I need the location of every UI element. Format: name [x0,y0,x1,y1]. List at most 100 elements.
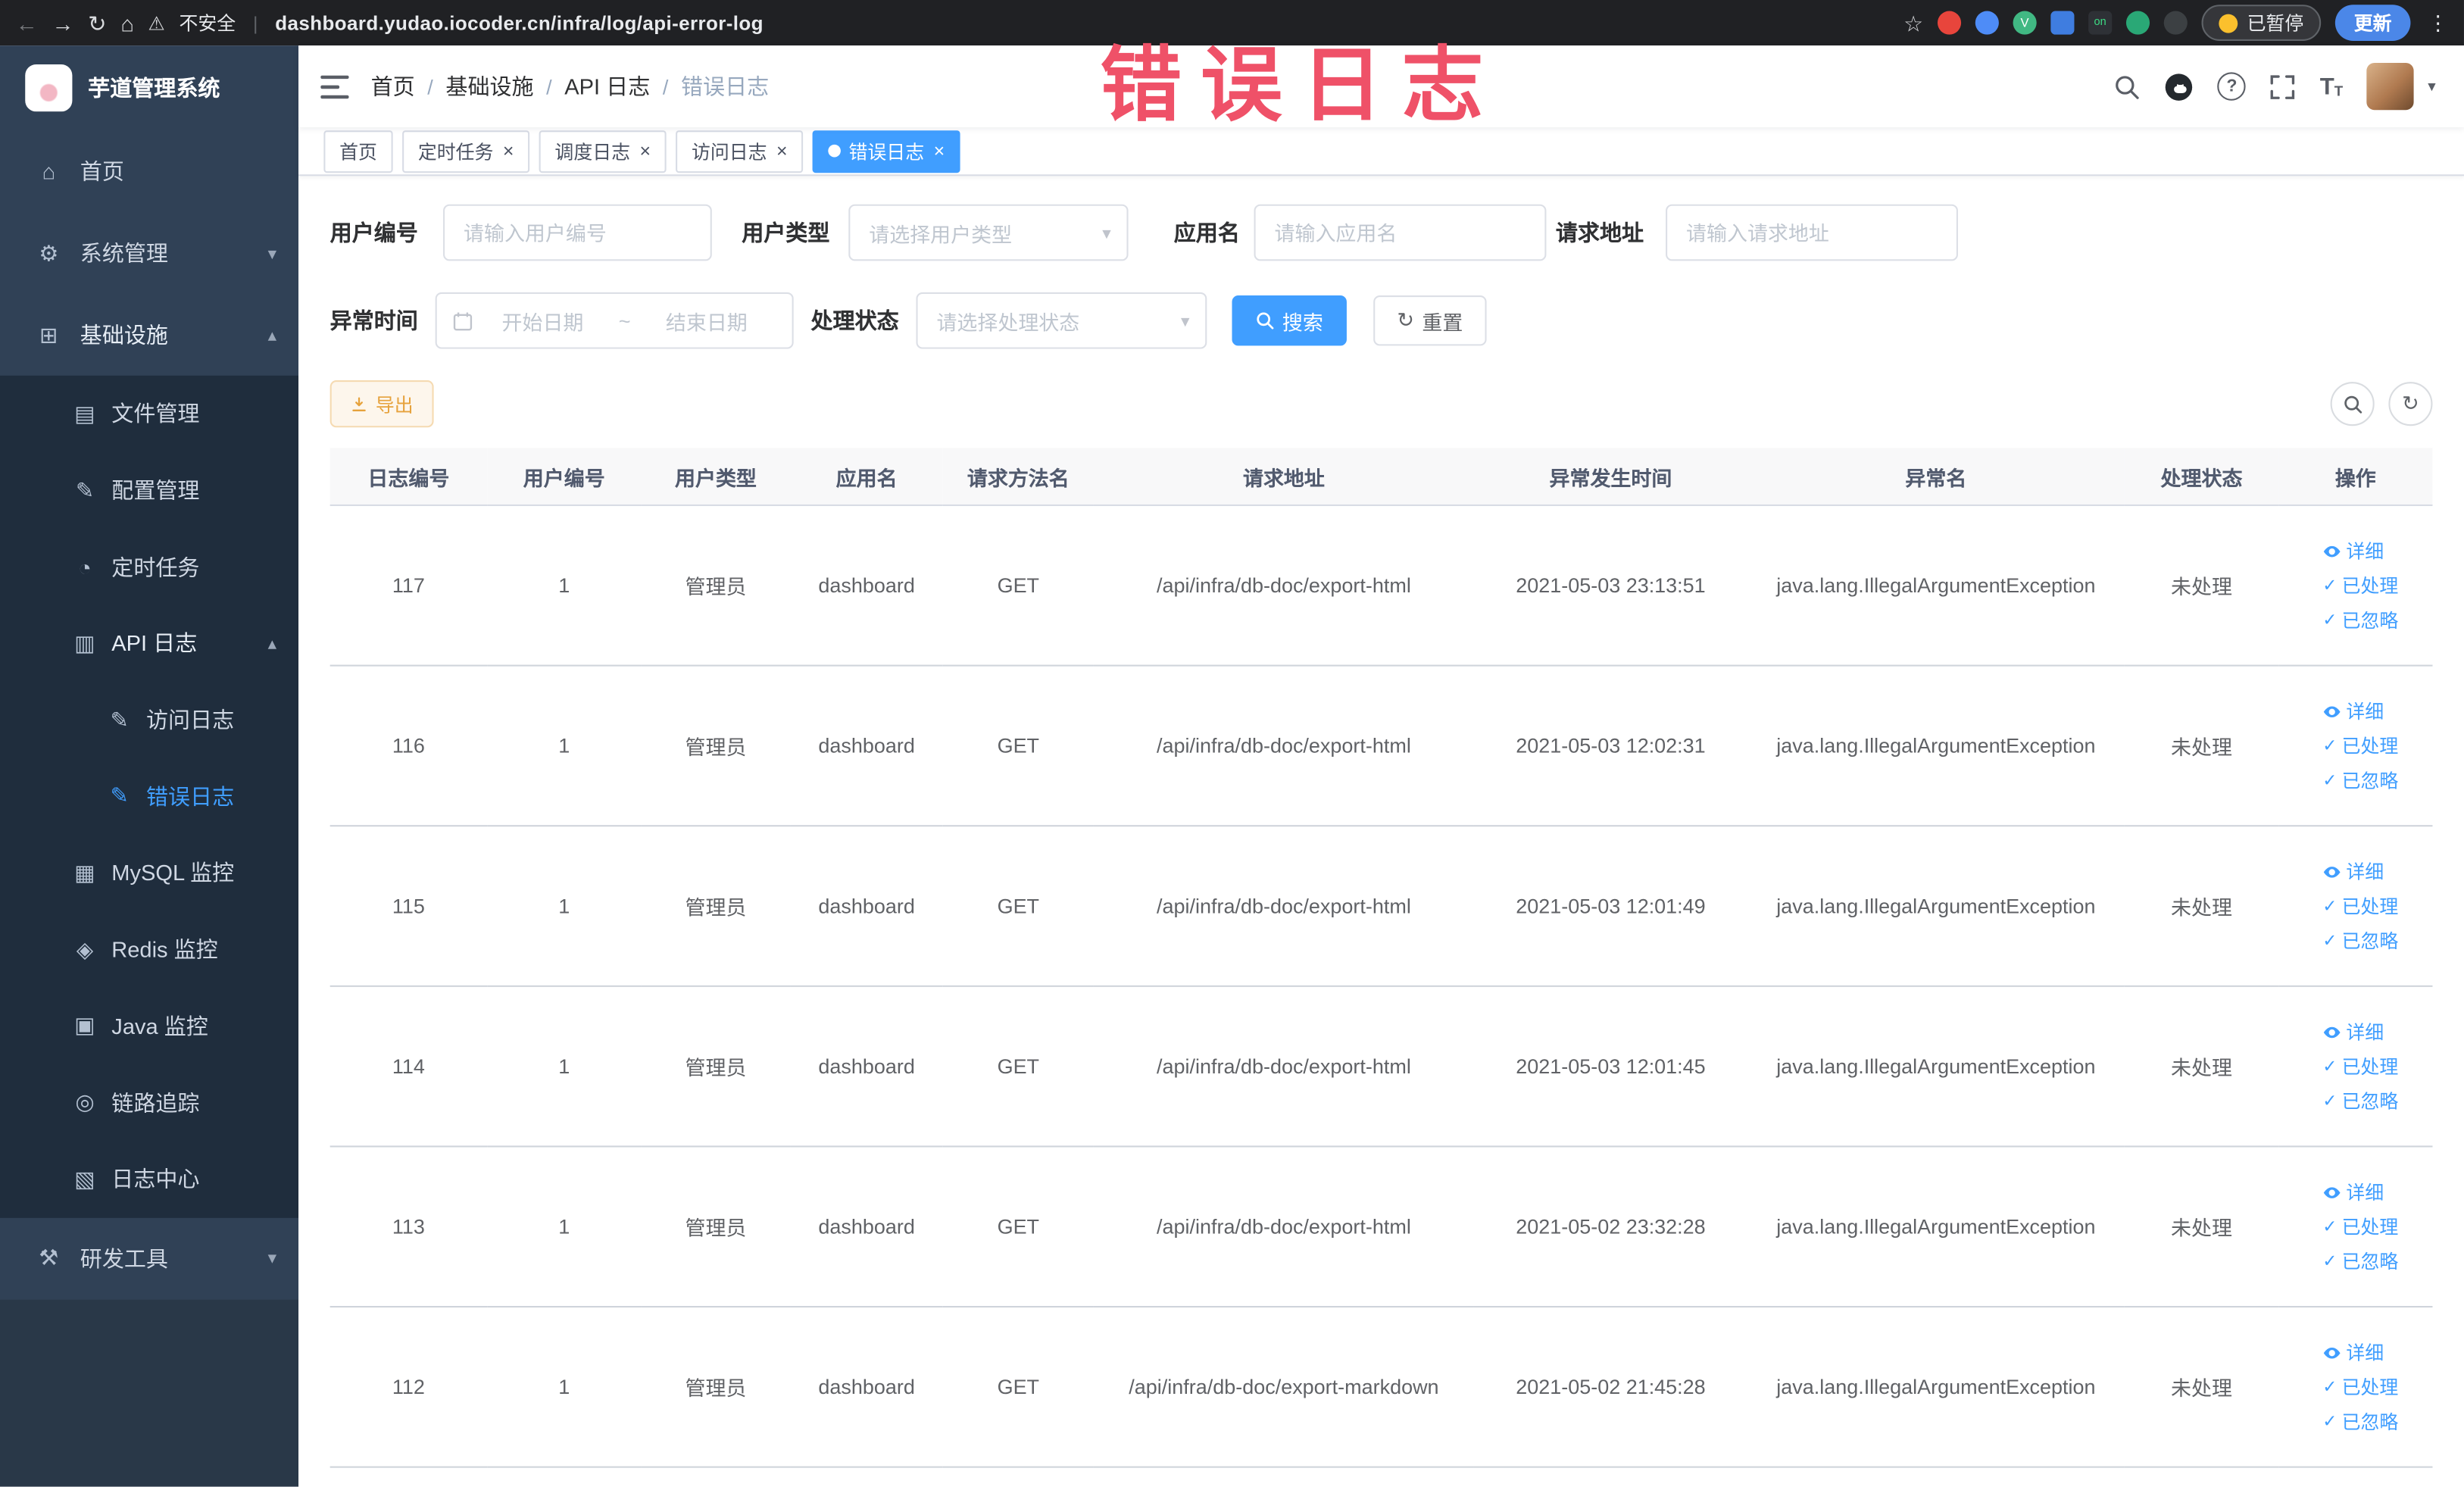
export-button[interactable]: 导出 [329,380,434,428]
bookmark-star-icon[interactable]: ☆ [1903,12,1923,34]
sidebar-item-api-logs[interactable]: ▥ API 日志 ▴ [0,605,298,682]
action-detail-link[interactable]: 详细 [2278,1335,2432,1370]
font-size-icon[interactable]: TT [2320,75,2343,98]
app-name-input[interactable] [1254,204,1547,261]
extension-icon-vue[interactable]: V [2013,11,2037,35]
sidebar-item-trace[interactable]: ◎ 链路追踪 [0,1064,298,1141]
back-icon[interactable]: ← [16,12,38,34]
sidebar-logo[interactable]: 芋道管理系统 [0,45,298,130]
start-date-placeholder[interactable]: 开始日期 [473,306,612,336]
sidebar-item-infra[interactable]: ⊞ 基础设施 ▴ [0,294,298,376]
search-icon[interactable] [2114,73,2141,99]
cell-user-type: 管理员 [641,1307,791,1468]
sidebar-item-devtools[interactable]: ⚒ 研发工具 ▾ [0,1217,298,1299]
address-bar-url[interactable]: dashboard.yudao.iocoder.cn/infra/log/api… [275,12,764,34]
browser-home-icon[interactable]: ⌂ [120,12,134,34]
action-ignore-link[interactable]: ✓ 已忽略 [2278,763,2432,798]
request-url-input[interactable] [1666,204,1958,261]
hamburger-icon[interactable] [320,74,349,98]
sidebar-item-label: Redis 监控 [111,936,218,962]
action-detail-link[interactable]: 详细 [2278,1175,2432,1210]
action-ignore-link[interactable]: ✓ 已忽略 [2278,1083,2432,1118]
fullscreen-icon[interactable] [2269,73,2296,99]
sidebar-item-java-monitor[interactable]: ▣ Java 监控 [0,988,298,1064]
browser-menu-icon[interactable]: ⋮ [2428,10,2448,35]
extension-icon-red[interactable] [1937,11,1962,35]
sidebar-item-log-center[interactable]: ▧ 日志中心 [0,1141,298,1217]
action-ignore-link[interactable]: ✓ 已忽略 [2278,1404,2432,1439]
action-processed-link[interactable]: ✓ 已处理 [2278,568,2432,603]
caret-down-icon[interactable]: ▾ [2428,78,2435,95]
extension-icon-blue-drop[interactable] [1975,11,1999,35]
tab-schedule-log[interactable]: 调度日志 × [539,130,667,173]
download-icon [352,396,366,411]
action-ignore-link[interactable]: ✓ 已忽略 [2278,923,2432,958]
tab-error-log[interactable]: 错误日志 × [812,130,960,173]
github-icon[interactable] [2164,71,2194,101]
check-icon: ✓ [2322,770,2338,790]
reload-icon[interactable]: ↻ [88,12,106,34]
close-icon[interactable]: × [776,142,788,161]
sidebar-item-config-manage[interactable]: ✎ 配置管理 [0,452,298,529]
extension-icon-leaf[interactable] [2125,11,2150,35]
sidebar-item-access-log[interactable]: ✎ 访问日志 [0,682,298,758]
col-actions: 操作 [2278,448,2433,507]
home-icon: ⌂ [42,158,56,184]
close-icon[interactable]: × [503,142,514,161]
action-processed-link[interactable]: ✓ 已处理 [2278,1370,2432,1404]
cell-url: /api/infra/db-doc/export-markdown [1093,1307,1474,1468]
end-date-placeholder[interactable]: 结束日期 [637,306,776,336]
action-detail-link[interactable]: 详细 [2278,694,2432,729]
sidebar-item-scheduled-tasks[interactable]: ◔ 定时任务 [0,529,298,605]
reset-button[interactable]: ↻ 重置 [1373,295,1487,346]
extension-icon-dark[interactable] [2163,11,2188,35]
sidebar-item-error-log[interactable]: ✎ 错误日志 [0,758,298,835]
breadcrumb-home[interactable]: 首页 [371,70,415,102]
close-icon[interactable]: × [639,142,651,161]
process-status-select[interactable]: 请选择处理状态 ▾ [916,292,1207,349]
breadcrumb-infra[interactable]: 基础设施 [445,70,533,102]
search-button[interactable]: 搜索 [1232,295,1347,346]
sidebar-item-home[interactable]: ⌂ 首页 [0,130,298,212]
action-detail-link[interactable]: 详细 [2278,533,2432,568]
security-label[interactable]: 不安全 [179,9,236,36]
action-ignore-link[interactable]: ✓ 已忽略 [2278,1244,2432,1279]
tab-access-log[interactable]: 访问日志 × [676,130,804,173]
user-id-input[interactable] [443,204,712,261]
action-ignore-link[interactable]: ✓ 已忽略 [2278,603,2432,638]
action-processed-link[interactable]: ✓ 已处理 [2278,1049,2432,1084]
extension-icon-on[interactable]: on [2088,11,2113,35]
exception-time-range-picker[interactable]: 开始日期 ~ 结束日期 [435,292,794,349]
action-processed-link[interactable]: ✓ 已处理 [2278,1209,2432,1244]
action-label: 已忽略 [2341,1410,2399,1432]
sidebar-item-system[interactable]: ⚙ 系统管理 ▾ [0,212,298,294]
tab-scheduled-tasks[interactable]: 定时任务 × [402,130,530,173]
refresh-button[interactable]: ↻ [2388,382,2433,426]
action-processed-link[interactable]: ✓ 已处理 [2278,889,2432,923]
filter-row-1: 用户编号 用户类型 请选择用户类型 ▾ 应用名 请求地址 [330,204,2433,261]
forward-icon[interactable]: → [52,12,73,34]
sidebar-item-mysql-monitor[interactable]: ▦ MySQL 监控 [0,835,298,911]
action-detail-link[interactable]: 详细 [2278,854,2432,889]
close-icon[interactable]: × [934,142,945,161]
cell-time: 2021-05-03 12:02:31 [1473,665,1747,827]
action-processed-link[interactable]: ✓ 已处理 [2278,729,2432,764]
action-detail-link[interactable]: 详细 [2278,1014,2432,1049]
infra-icon: ⊞ [39,321,58,347]
user-type-select[interactable]: 请选择用户类型 ▾ [848,204,1129,261]
extension-icon-grid[interactable] [2050,11,2075,35]
avatar[interactable] [2366,62,2414,111]
sidebar-filler [0,1298,299,1487]
toggle-search-button[interactable] [2330,382,2375,426]
browser-update-button[interactable]: 更新 [2334,5,2411,41]
help-icon[interactable]: ? [2217,72,2247,101]
timer-icon: ◔ [78,554,92,579]
sidebar-item-redis-monitor[interactable]: ◈ Redis 监控 [0,911,298,988]
paused-extension-button[interactable]: 已暂停 [2201,5,2322,41]
app-shell: 芋道管理系统 ⌂ 首页 ⚙ 系统管理 ▾ ⊞ 基础设施 ▴ ▤ 文件管理 ✎ 配… [0,45,2464,1487]
breadcrumb-api-log[interactable]: API 日志 [564,70,650,102]
eye-icon [2322,1182,2341,1201]
tab-home[interactable]: 首页 [323,130,393,173]
sidebar-item-file-manage[interactable]: ▤ 文件管理 [0,376,298,452]
col-method: 请求方法名 [942,448,1094,507]
